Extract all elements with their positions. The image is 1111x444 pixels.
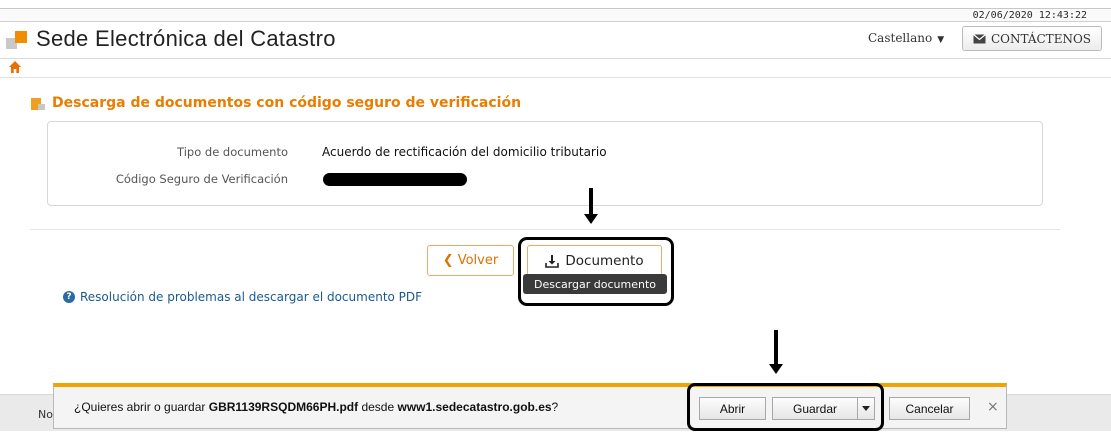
contact-button[interactable]: CONTÁCTENOS bbox=[962, 26, 1102, 51]
download-site: www1.sedecatastro.gob.es bbox=[397, 400, 552, 414]
back-button[interactable]: ❮ Volver bbox=[427, 245, 514, 276]
site-title: Sede Electrónica del Catastro bbox=[36, 26, 336, 51]
pdf-help-link-text: Resolución de problemas al descargar el … bbox=[80, 290, 423, 304]
footer-text: No bbox=[38, 408, 53, 421]
catastro-logo-icon bbox=[6, 31, 28, 51]
home-icon[interactable] bbox=[8, 60, 22, 74]
section-title-icon bbox=[31, 98, 45, 110]
annotation-highlight-document bbox=[518, 237, 674, 306]
prompt-suffix: ? bbox=[551, 400, 559, 414]
breadcrumb-divider bbox=[0, 77, 1111, 78]
doc-type-value: Acuerdo de rectificación del domicilio t… bbox=[322, 145, 607, 159]
annotation-highlight-download-buttons bbox=[687, 383, 884, 431]
close-icon[interactable]: × bbox=[987, 399, 999, 415]
envelope-icon bbox=[973, 33, 986, 43]
prompt-prefix: ¿Quieres abrir o guardar bbox=[74, 400, 209, 414]
chevron-left-icon: ❮ bbox=[442, 253, 454, 268]
language-select[interactable]: Castellano ▼ bbox=[868, 31, 944, 45]
content-divider bbox=[30, 229, 1060, 230]
back-label: Volver bbox=[457, 253, 499, 268]
document-info-panel: Tipo de documento Acuerdo de rectificaci… bbox=[47, 121, 1043, 206]
csv-value-redacted bbox=[323, 173, 467, 186]
doc-type-label: Tipo de documento bbox=[177, 145, 288, 159]
question-circle-icon: ? bbox=[63, 291, 75, 303]
prompt-mid: desde bbox=[358, 400, 398, 414]
caret-down-icon: ▼ bbox=[937, 35, 945, 45]
arrow-down-icon bbox=[584, 188, 598, 226]
download-prompt: ¿Quieres abrir o guardar GBR1139RSQDM66P… bbox=[74, 400, 558, 414]
datetime-bar: 02/06/2020 12:43:22 bbox=[0, 8, 1111, 22]
arrow-down-icon bbox=[769, 330, 783, 376]
section-title: Descarga de documentos con código seguro… bbox=[52, 95, 522, 111]
csv-label: Código Seguro de Verificación bbox=[115, 172, 288, 186]
contact-label: CONTÁCTENOS bbox=[990, 31, 1092, 46]
download-filename: GBR1139RSQDM66PH.pdf bbox=[208, 400, 359, 414]
cancel-button[interactable]: Cancelar bbox=[889, 397, 970, 420]
pdf-help-link[interactable]: ? Resolución de problemas al descargar e… bbox=[63, 290, 422, 304]
language-label: Castellano bbox=[868, 31, 933, 45]
site-header: Sede Electrónica del Catastro Castellano… bbox=[0, 21, 1111, 59]
